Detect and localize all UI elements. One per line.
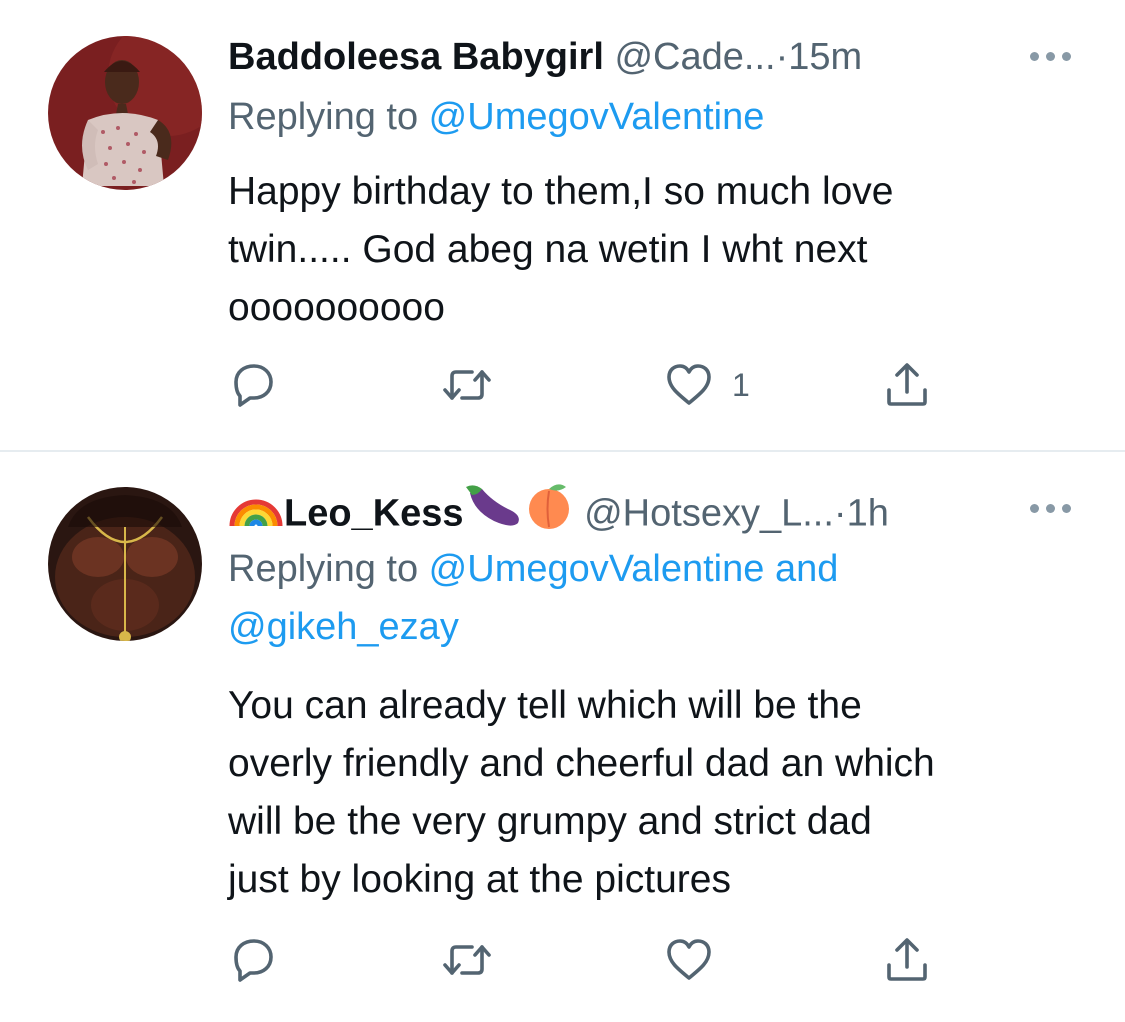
timestamp[interactable]: 1h — [847, 493, 889, 535]
replying-to: Replying to @UmegovValentine — [228, 88, 764, 146]
tweet-text-line: overly friendly and cheerful dad an whic… — [228, 742, 935, 785]
tweet-text-line: twin..... God abeg na wetin I wht next — [228, 228, 868, 271]
handle[interactable]: @Cade... — [614, 36, 775, 78]
like-count: 1 — [732, 366, 750, 403]
separator-dot: · — [775, 36, 789, 78]
retweet-icon — [443, 370, 491, 400]
tweet-1[interactable]: Baddoleesa Babygirl @Cade...·15m Replyin… — [0, 0, 1125, 450]
more-icon[interactable] — [1030, 504, 1072, 514]
avatar[interactable] — [48, 36, 202, 190]
peach-emoji — [524, 481, 574, 544]
reply-button[interactable] — [228, 360, 278, 410]
replying-to-label: Replying to — [228, 96, 429, 138]
replying-to-label: Replying to — [228, 548, 429, 590]
share-icon — [887, 363, 927, 406]
mention-joiner[interactable]: and — [764, 548, 838, 590]
tweet-text-line: will be the very grumpy and strict dad — [228, 800, 872, 843]
replying-to: Replying to @UmegovValentine and @gikeh_… — [228, 540, 838, 656]
eggplant-emoji — [464, 483, 524, 542]
heart-icon — [667, 939, 711, 980]
mention-link[interactable]: @UmegovValentine — [429, 548, 765, 590]
tweet-header: Leo_Kess @Hotsexy_L...·1h — [228, 484, 889, 535]
display-name[interactable]: Leo_Kess — [284, 493, 464, 535]
display-name[interactable]: Baddoleesa Babygirl — [228, 36, 604, 78]
avatar[interactable] — [48, 487, 202, 641]
separator-dot: · — [833, 492, 847, 535]
like-button[interactable] — [664, 935, 732, 985]
retweet-button[interactable] — [440, 935, 494, 985]
tweet-text: Happy birthday to them,I so much love tw… — [228, 163, 1088, 337]
like-button[interactable]: 1 — [664, 360, 750, 410]
tweet-text-line: oooooooooo — [228, 286, 445, 329]
rainbow-emoji — [228, 484, 284, 541]
tweet-actions: 1 — [228, 360, 1028, 410]
mention-link[interactable]: @gikeh_ezay — [228, 606, 459, 648]
reply-icon — [234, 939, 273, 982]
more-icon[interactable] — [1030, 52, 1072, 62]
heart-icon — [667, 364, 711, 405]
mention-link[interactable]: @UmegovValentine — [429, 96, 765, 138]
tweet-text-line: Happy birthday to them,I so much love — [228, 170, 894, 213]
tweet-text: You can already tell which will be the o… — [228, 677, 1088, 909]
reply-button[interactable] — [228, 935, 278, 985]
retweet-button[interactable] — [440, 360, 494, 410]
retweet-icon — [443, 945, 491, 975]
tweet-header: Baddoleesa Babygirl @Cade...·15m — [228, 32, 862, 82]
tweet-2[interactable]: Leo_Kess @Hotsexy_L...·1h Replying to @U… — [0, 452, 1125, 1022]
tweet-actions — [228, 935, 1028, 985]
share-button[interactable] — [882, 935, 932, 985]
tweet-text-line: just by looking at the pictures — [228, 858, 731, 901]
timestamp[interactable]: 15m — [788, 36, 862, 78]
tweet-text-line: You can already tell which will be the — [228, 684, 862, 727]
handle[interactable]: @Hotsexy_L... — [584, 493, 834, 535]
share-button[interactable] — [882, 360, 932, 410]
reply-icon — [234, 364, 273, 407]
share-icon — [887, 938, 927, 981]
